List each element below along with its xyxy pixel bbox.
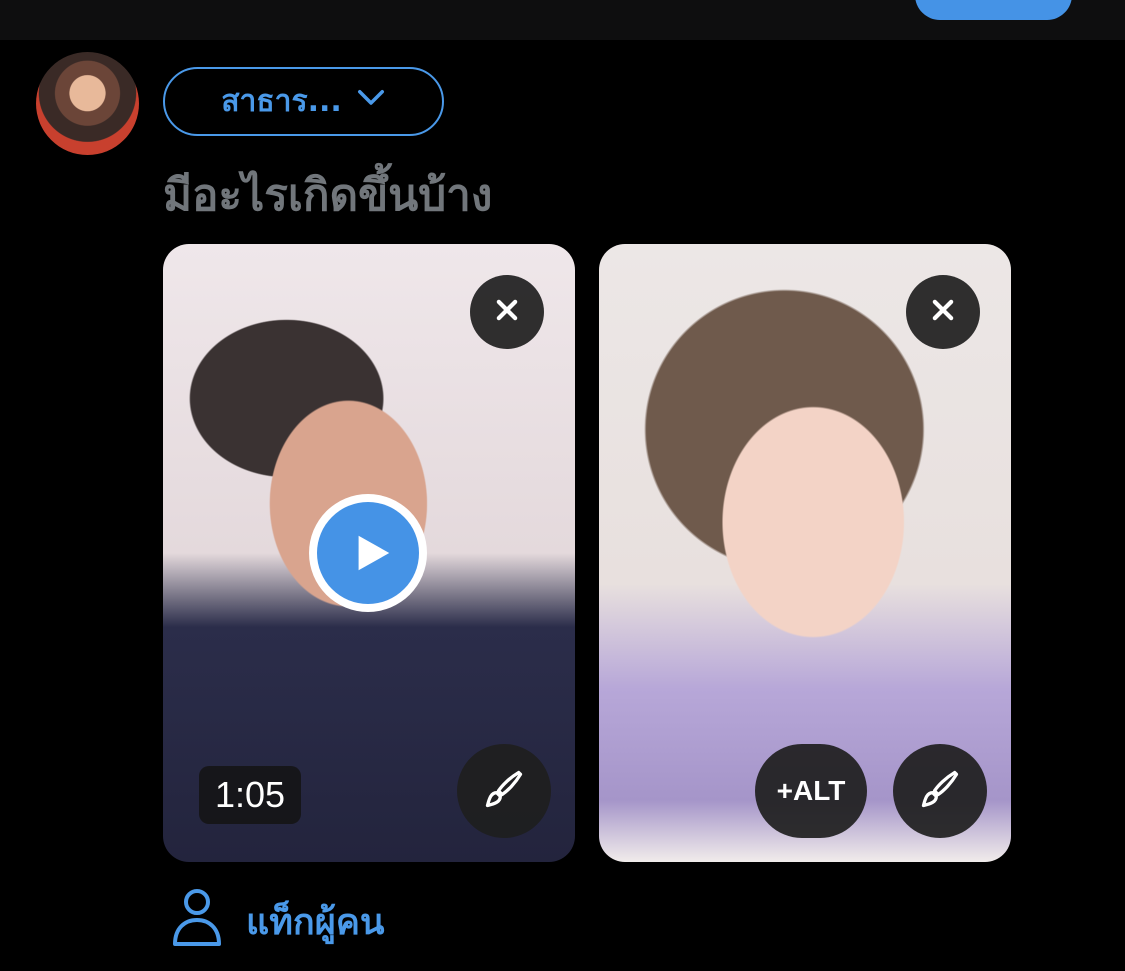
media-video-thumbnail[interactable]: 1:05 [163,244,575,862]
compose-text-input[interactable]: มีอะไรเกิดขึ้นบ้าง [163,160,492,230]
remove-media-button[interactable] [906,275,980,349]
play-icon [317,502,419,604]
post-button[interactable] [915,0,1072,20]
person-icon [170,886,224,957]
close-icon [929,296,957,328]
tag-people-button[interactable]: แท็กผู้คน [170,888,385,954]
edit-media-button[interactable] [893,744,987,838]
media-image-thumbnail[interactable]: +ALT [599,244,1011,862]
add-alt-text-button[interactable]: +ALT [755,744,867,838]
remove-media-button[interactable] [470,275,544,349]
paintbrush-icon [482,767,526,815]
edit-media-button[interactable] [457,744,551,838]
avatar[interactable] [36,52,139,155]
video-duration: 1:05 [199,766,302,824]
close-icon [493,296,521,328]
top-bar [0,0,1125,40]
play-button[interactable] [309,494,427,612]
audience-selector[interactable]: สาธาร... [163,67,444,136]
tag-people-label: แท็กผู้คน [246,901,385,943]
audience-label: สาธาร... [221,84,342,119]
paintbrush-icon [918,767,962,815]
chevron-down-icon [356,83,386,121]
